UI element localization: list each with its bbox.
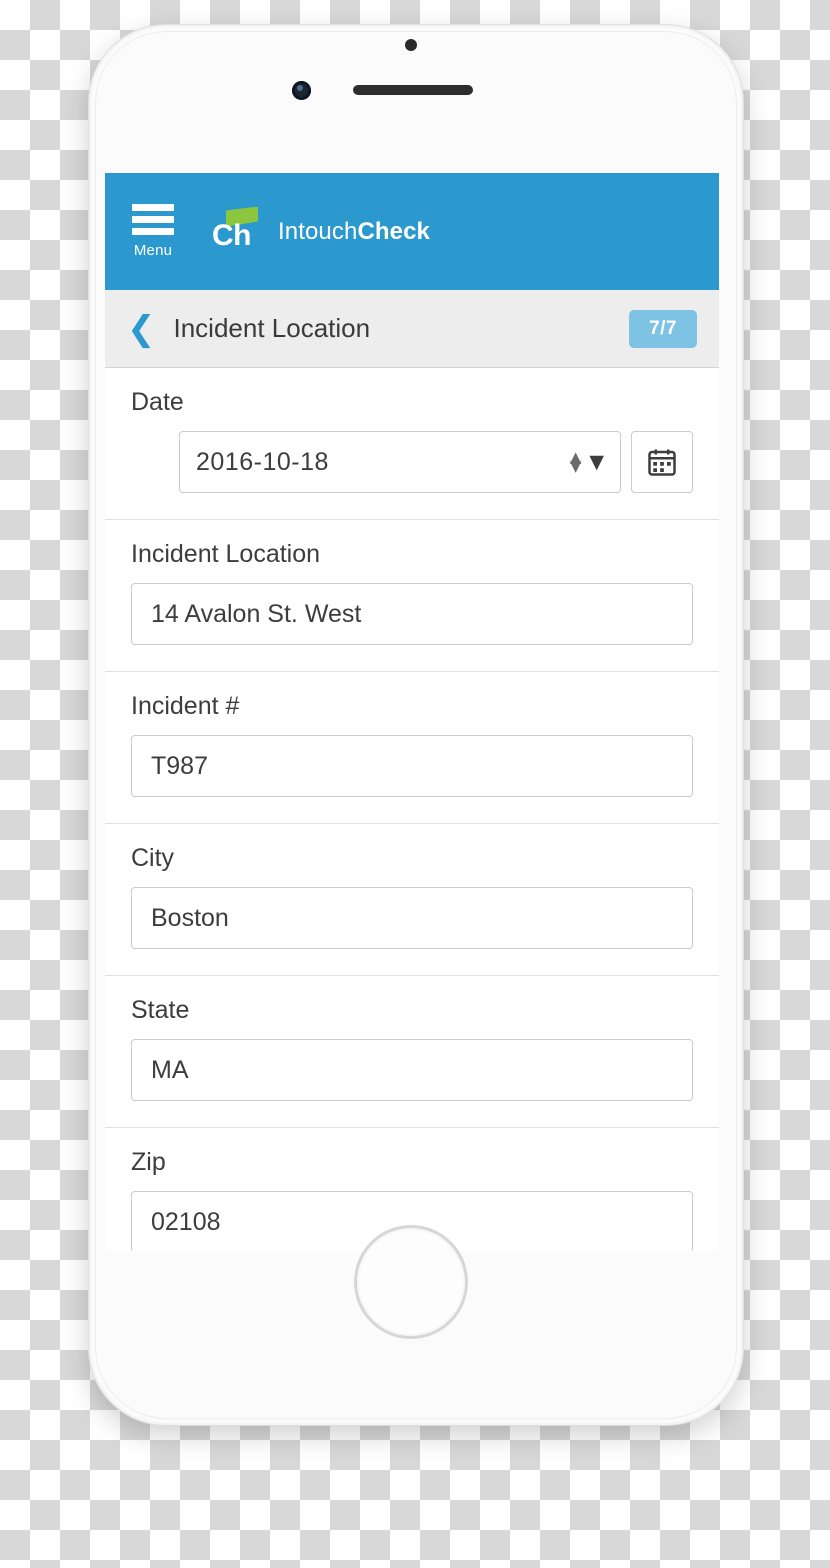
brand-name-first: Intouch — [278, 217, 358, 245]
logo-text: Ch — [212, 218, 252, 252]
field-city: City Boston — [105, 824, 719, 976]
date-input[interactable]: 2016-10-18 ▲ ▼ ▼ — [179, 431, 621, 493]
field-label: Zip — [131, 1148, 166, 1176]
form-area: Date 2016-10-18 ▲ ▼ ▼ Incident Location … — [105, 368, 719, 1251]
city-input[interactable]: Boston — [131, 887, 693, 949]
back-button[interactable]: ❮ — [127, 312, 156, 346]
date-row: 2016-10-18 ▲ ▼ ▼ — [131, 431, 693, 493]
app-header: Menu Ch IntouchCheck — [105, 173, 719, 290]
page-title: Incident Location — [173, 313, 371, 343]
field-label: Date — [131, 388, 184, 416]
logo-icon: Ch — [212, 206, 268, 257]
field-state: State MA — [105, 976, 719, 1128]
field-label: State — [131, 996, 190, 1024]
state-input[interactable]: MA — [131, 1039, 693, 1101]
earpiece-speaker — [353, 85, 473, 95]
brand-name-second: Check — [357, 217, 430, 245]
page-sub-header: ❮ Incident Location 7/7 — [105, 290, 719, 368]
phone-device: Menu Ch IntouchCheck ❮ Incident Location… — [88, 24, 744, 1426]
date-value: 2016-10-18 — [196, 447, 329, 476]
field-label: Incident Location — [131, 540, 321, 568]
calendar-button[interactable] — [631, 431, 693, 493]
phone-screen: Menu Ch IntouchCheck ❮ Incident Location… — [105, 173, 719, 1251]
proximity-sensor — [405, 39, 417, 51]
brand-name: IntouchCheck — [278, 218, 430, 246]
menu-button[interactable]: Menu — [127, 204, 179, 259]
caret-down-icon[interactable]: ▼ — [589, 451, 604, 473]
hamburger-icon — [132, 204, 174, 240]
field-incident-location: Incident Location 14 Avalon St. West — [105, 520, 719, 672]
progress-badge: 7/7 — [629, 309, 697, 348]
menu-button-label: Menu — [133, 242, 173, 259]
brand-logo: Ch IntouchCheck — [212, 206, 430, 257]
incident-location-input[interactable]: 14 Avalon St. West — [131, 583, 693, 645]
home-button[interactable] — [354, 1225, 468, 1339]
field-date: Date 2016-10-18 ▲ ▼ ▼ — [105, 368, 719, 520]
field-incident-number: Incident # T987 — [105, 672, 719, 824]
spinner-up-down-icon[interactable]: ▲ ▼ — [570, 450, 582, 474]
incident-number-input[interactable]: T987 — [131, 735, 693, 797]
front-camera-lens — [297, 85, 303, 91]
calendar-icon — [648, 449, 676, 476]
field-label: City — [131, 844, 175, 872]
front-camera — [292, 81, 311, 100]
field-label: Incident # — [131, 692, 240, 720]
